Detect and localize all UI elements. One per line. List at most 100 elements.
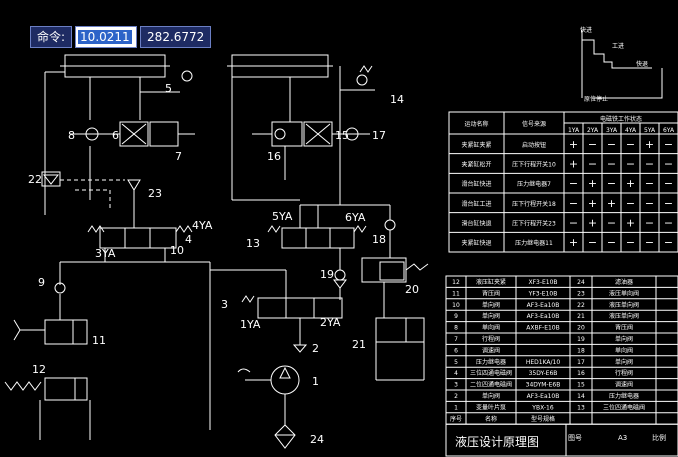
parts-no: 16 (577, 370, 585, 377)
table-state-cell: − (645, 197, 654, 210)
parts-name: 三位四通电磁阀 (603, 403, 645, 411)
parts-model: YF3-E10B (528, 290, 558, 297)
table-row-action: 夹紧缸快退 (461, 239, 491, 247)
label-4ya: 4YA (192, 219, 213, 232)
label-24: 24 (310, 433, 324, 446)
parts-no: 18 (577, 347, 585, 354)
label-17: 17 (372, 129, 386, 142)
table-row-signal: 压力继电器11 (515, 239, 553, 247)
parts-model: 35DY-E6B (529, 370, 558, 377)
parts-no: 9 (454, 313, 458, 320)
parts-frame (445, 275, 678, 425)
parts-no: 19 (577, 336, 585, 343)
table-state-cell: − (626, 197, 635, 210)
drawing-canvas[interactable]: 5 6 7 8 14 15 16 17 22 23 4 10 13 18 9 1… (0, 0, 678, 457)
label-20: 20 (405, 283, 419, 296)
table-state-cell: − (664, 177, 673, 190)
label-21: 21 (352, 338, 366, 351)
table-state-cell: + (645, 138, 654, 151)
table-state-cell: + (569, 138, 578, 151)
mini-diagram-labels: 快进 工进 快退 原位停止 (580, 26, 648, 103)
parts-no: 21 (577, 313, 585, 320)
parts-no: 7 (454, 336, 458, 343)
label-19: 19 (320, 268, 334, 281)
parts-no: 8 (454, 325, 458, 332)
table-row-action: 滑台缸快进 (461, 180, 491, 188)
header-3ya: 3YA (606, 127, 618, 134)
parts-name: 液压缸夹紧 (476, 278, 506, 286)
parts-no: 14 (577, 393, 585, 400)
table-state-cell: + (626, 217, 635, 230)
table-state-cell: − (607, 158, 616, 171)
table-state-cell: − (607, 236, 616, 249)
label-1ya: 1YA (240, 318, 261, 331)
table-state-cell: − (588, 236, 597, 249)
scale-label: 比例 (652, 433, 666, 442)
parts-no: 10 (452, 302, 460, 309)
label-13: 13 (246, 237, 260, 250)
figure-no-label: 图号 (568, 434, 582, 442)
table-state-cell: − (664, 158, 673, 171)
header-6ya: 6YA (663, 127, 675, 134)
label-11: 11 (92, 334, 106, 347)
parts-no: 6 (454, 347, 458, 354)
table-state-cell: + (607, 197, 616, 210)
parts-no: 23 (577, 290, 585, 297)
parts-no: 5 (454, 359, 458, 366)
parts-no: 20 (577, 325, 585, 332)
hydraulic-schematic (4, 30, 663, 449)
label-6: 6 (112, 129, 119, 142)
table-state-cell: + (588, 217, 597, 230)
mini-work-feed: 工进 (612, 42, 624, 50)
table-state-cell: − (626, 138, 635, 151)
label-8: 8 (68, 129, 75, 142)
parts-model: 34DYM-E6B (526, 382, 561, 389)
label-16: 16 (267, 150, 281, 163)
label-4: 4 (185, 233, 192, 246)
table-state-cell: + (626, 177, 635, 190)
drawing-title: 液压设计原理图 (455, 434, 539, 449)
table-row-action: 滑台缸工进 (461, 200, 491, 208)
table-row-signal: 启动按钮 (522, 141, 546, 149)
table-row-signal: 压下行程开关23 (512, 220, 556, 228)
title-block: 液压设计原理图 图号 A3 比例 (455, 433, 666, 449)
parts-name: 单向阀 (482, 392, 500, 400)
parts-model: AXBF-E10B (526, 325, 560, 332)
parts-model: AF3-Ea10B (527, 313, 560, 320)
parts-footer-name: 名称 (485, 415, 497, 423)
parts-list-table: 12 液压缸夹紧 XF3-E10B11 背压阀 YF3-E10B10 单向阀 AF3-Ea1… (445, 275, 678, 457)
label-5: 5 (165, 82, 172, 95)
table-row-action: 滑台缸快退 (461, 220, 491, 228)
parts-name: 背压阀 (482, 289, 500, 297)
parts-no: 15 (577, 382, 585, 389)
table-state-cell: − (626, 158, 635, 171)
label-10: 10 (170, 244, 184, 257)
parts-name: 行程阀 (482, 335, 500, 343)
parts-no: 4 (454, 370, 458, 377)
label-12: 12 (32, 363, 46, 376)
parts-name: 压力继电器 (476, 358, 506, 366)
table-state-cell: − (569, 217, 578, 230)
label-9: 9 (38, 276, 45, 289)
parts-name: 三位四通电磁阀 (470, 369, 512, 377)
parts-no: 3 (454, 382, 458, 389)
parts-no: 13 (577, 404, 585, 411)
parts-no: 1 (454, 404, 458, 411)
label-23: 23 (148, 187, 162, 200)
table-row-action: 夹紧缸松开 (461, 161, 491, 169)
mini-fast-return: 快退 (636, 60, 648, 68)
table-state-cell: + (569, 158, 578, 171)
table-state-cell: − (664, 217, 673, 230)
table-state-cell: − (588, 138, 597, 151)
table-state-cell: + (569, 236, 578, 249)
table-state-cell: + (588, 197, 597, 210)
parts-name: 压力继电器 (609, 392, 639, 400)
table-row-signal: 压力继电器7 (517, 180, 551, 188)
mini-fast-forward: 快进 (580, 26, 592, 34)
parts-model: AF3-Ea10B (527, 302, 560, 309)
label-3: 3 (221, 298, 228, 311)
table-state-cell: − (664, 197, 673, 210)
header-solenoid: 电磁铁工作状态 (600, 115, 642, 123)
parts-no: 12 (452, 279, 460, 286)
parts-footer-model: 型号规格 (531, 415, 555, 423)
